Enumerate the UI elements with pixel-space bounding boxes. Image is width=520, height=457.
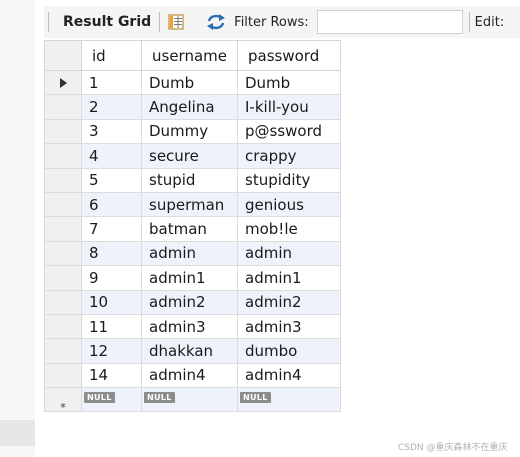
new-row-marker[interactable]: * xyxy=(44,387,82,414)
cell-username[interactable]: Dummy xyxy=(141,118,238,145)
cell-username[interactable]: dhakkan xyxy=(141,338,238,364)
row-marker[interactable] xyxy=(44,216,82,242)
cell-username[interactable]: admin3 xyxy=(141,313,238,340)
column-header-id[interactable]: id xyxy=(81,40,142,71)
row-marker[interactable] xyxy=(44,191,82,218)
cell-username[interactable]: admin2 xyxy=(141,289,238,315)
row-marker-header xyxy=(44,40,82,71)
null-badge: NULL xyxy=(144,391,175,403)
table-row[interactable]: 14 admin4 admin4 xyxy=(44,362,341,389)
result-grid-tab[interactable]: Result Grid xyxy=(63,14,151,30)
edit-label: Edit: xyxy=(474,14,505,30)
cell-password[interactable]: genious xyxy=(237,191,341,218)
table-row[interactable]: 11 admin3 admin3 xyxy=(44,313,341,340)
cell-id[interactable]: 8 xyxy=(81,240,142,267)
row-marker[interactable] xyxy=(44,265,82,291)
table-row[interactable]: 1 Dumb Dumb xyxy=(44,69,341,96)
table-row[interactable]: 2 Angelina I-kill-you xyxy=(44,94,341,120)
cell-password[interactable]: crappy xyxy=(237,143,341,169)
column-header-password[interactable]: password xyxy=(237,40,341,71)
cell-username[interactable]: superman xyxy=(141,191,238,218)
row-marker[interactable] xyxy=(44,118,82,145)
result-grid: id username password 1 Dumb Dumb 2 Angel… xyxy=(44,40,341,414)
cell-username[interactable]: Angelina xyxy=(141,94,238,120)
row-marker[interactable] xyxy=(44,143,82,169)
cell-password[interactable]: admin4 xyxy=(237,362,341,389)
cell-username[interactable]: Dumb xyxy=(141,69,238,96)
grid-view-icon[interactable] xyxy=(168,14,184,30)
table-row[interactable]: 5 stupid stupidity xyxy=(44,167,341,193)
row-marker[interactable] xyxy=(44,167,82,193)
toolbar-separator xyxy=(468,12,470,32)
watermark: CSDN @重庆森林不在重庆 xyxy=(398,443,508,453)
cell-id[interactable]: 5 xyxy=(81,167,142,193)
table-row[interactable]: 10 admin2 admin2 xyxy=(44,289,341,315)
cell-password[interactable]: Dumb xyxy=(237,69,341,96)
cell-password[interactable]: I-kill-you xyxy=(237,94,341,120)
cell-password-null[interactable]: NULL xyxy=(237,387,341,413)
null-badge: NULL xyxy=(84,391,115,403)
cell-id[interactable]: 14 xyxy=(81,362,142,389)
cell-id[interactable]: 4 xyxy=(81,143,142,169)
cell-id[interactable]: 6 xyxy=(81,191,142,218)
table-row[interactable]: 4 secure crappy xyxy=(44,143,341,169)
cell-password[interactable]: dumbo xyxy=(237,338,341,364)
cell-id[interactable]: 9 xyxy=(81,265,142,291)
table-row[interactable]: 8 admin admin xyxy=(44,240,341,267)
cell-id-null[interactable]: NULL xyxy=(81,387,142,413)
new-row-star-icon: * xyxy=(60,400,66,414)
cell-password[interactable]: stupidity xyxy=(237,167,341,193)
filter-rows-label: Filter Rows: xyxy=(234,14,309,30)
header-row: id username password xyxy=(44,40,341,71)
cell-username[interactable]: admin1 xyxy=(141,265,238,291)
cell-username[interactable]: batman xyxy=(141,216,238,242)
cell-id[interactable]: 12 xyxy=(81,338,142,364)
cell-username[interactable]: admin4 xyxy=(141,362,238,389)
result-toolbar: Result Grid Filter Rows: Edit: xyxy=(44,6,520,38)
toolbar-separator xyxy=(159,12,161,32)
table-row[interactable]: 7 batman mob!le xyxy=(44,216,341,242)
cell-password[interactable]: admin1 xyxy=(237,265,341,291)
cell-username[interactable]: stupid xyxy=(141,167,238,193)
table-row[interactable]: 3 Dummy p@ssword xyxy=(44,118,341,145)
cell-id[interactable]: 1 xyxy=(81,69,142,96)
cell-id[interactable]: 11 xyxy=(81,313,142,340)
cell-password[interactable]: mob!le xyxy=(237,216,341,242)
left-panel-block xyxy=(0,420,35,446)
cell-id[interactable]: 3 xyxy=(81,118,142,145)
toolbar-separator xyxy=(48,12,49,32)
null-badge: NULL xyxy=(240,391,271,403)
cell-password[interactable]: admin2 xyxy=(237,289,341,315)
table-row[interactable]: 6 superman genious xyxy=(44,191,341,218)
cell-username[interactable]: admin xyxy=(141,240,238,267)
cell-id[interactable]: 7 xyxy=(81,216,142,242)
refresh-icon[interactable] xyxy=(206,13,226,31)
row-marker[interactable] xyxy=(44,69,82,96)
column-header-username[interactable]: username xyxy=(141,40,238,71)
left-panel xyxy=(0,0,35,457)
row-marker[interactable] xyxy=(44,240,82,267)
row-pointer-icon xyxy=(59,77,67,88)
cell-id[interactable]: 2 xyxy=(81,94,142,120)
row-marker[interactable] xyxy=(44,94,82,120)
cell-id[interactable]: 10 xyxy=(81,289,142,315)
table-row[interactable]: 12 dhakkan dumbo xyxy=(44,338,341,364)
filter-rows-input[interactable] xyxy=(316,10,463,34)
row-marker[interactable] xyxy=(44,289,82,315)
new-row[interactable]: * NULL NULL NULL xyxy=(44,387,341,414)
cell-password[interactable]: admin3 xyxy=(237,313,341,340)
cell-password[interactable]: p@ssword xyxy=(237,118,341,145)
cell-username-null[interactable]: NULL xyxy=(141,387,238,413)
row-marker[interactable] xyxy=(44,362,82,389)
row-marker[interactable] xyxy=(44,338,82,364)
row-marker[interactable] xyxy=(44,313,82,340)
table-row[interactable]: 9 admin1 admin1 xyxy=(44,265,341,291)
cell-username[interactable]: secure xyxy=(141,143,238,169)
cell-password[interactable]: admin xyxy=(237,240,341,267)
